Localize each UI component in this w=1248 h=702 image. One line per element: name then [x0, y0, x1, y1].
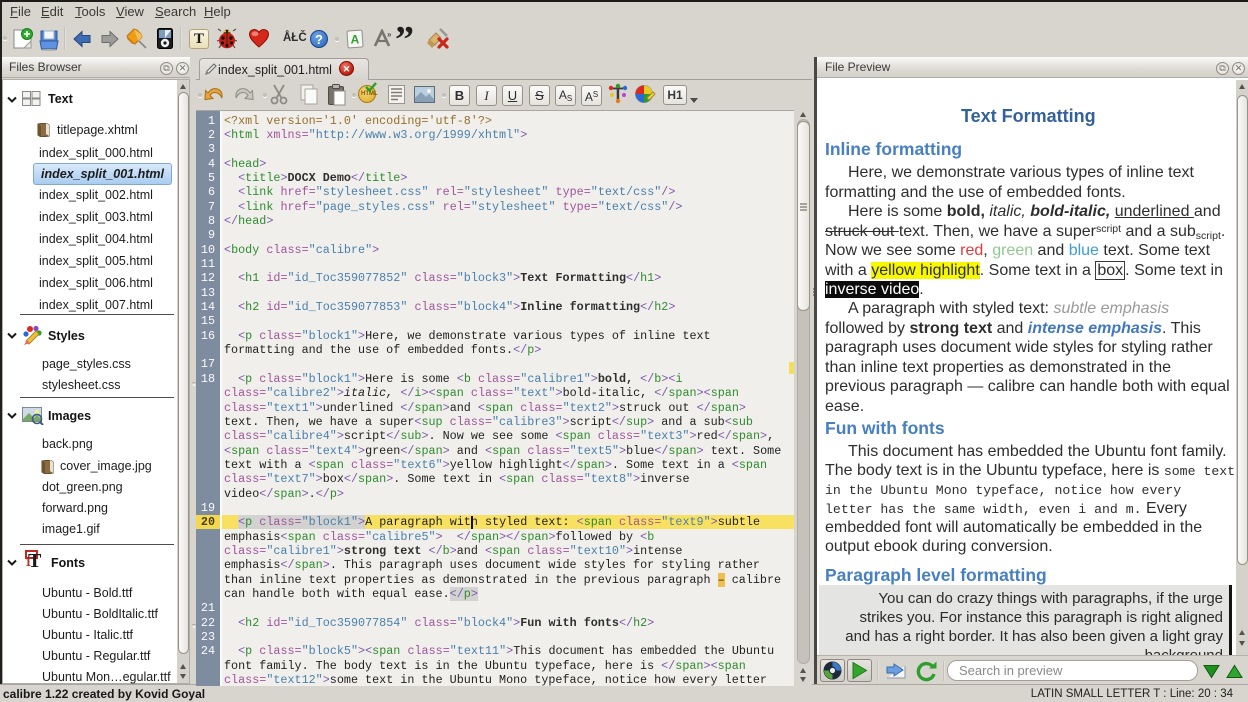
svg-text:»: » — [387, 30, 392, 39]
svg-text:A: A — [351, 33, 360, 47]
